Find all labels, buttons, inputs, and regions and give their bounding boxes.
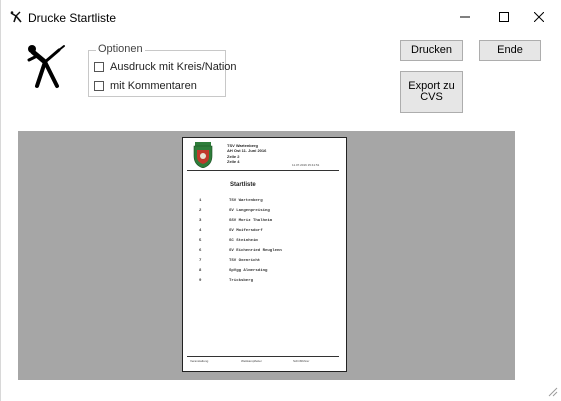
comments-checkbox-row[interactable]: mit Kommentaren xyxy=(94,80,197,92)
close-button[interactable] xyxy=(516,0,561,34)
preview-header-line: Zelle 4 xyxy=(227,159,240,164)
preview-header-rule xyxy=(187,170,339,171)
list-item: 6 SV Eichenried Reuglenn xyxy=(199,249,282,253)
comments-checkbox-label: mit Kommentaren xyxy=(110,80,197,92)
preview-footer-label: Schriftführer xyxy=(293,359,310,363)
list-item: 2 SV Langenpreising xyxy=(199,209,270,213)
minimize-icon xyxy=(460,16,470,18)
preview-date: 11.07.2016 15:41:51 xyxy=(292,163,320,167)
resize-grip-icon[interactable] xyxy=(546,385,558,397)
app-icon xyxy=(10,11,22,23)
list-item: 4 SV Moifersdorf xyxy=(199,229,263,233)
preview-header-line: AH Ost 11. Juni 2016 xyxy=(227,148,267,153)
maximize-icon xyxy=(499,12,509,22)
region-checkbox[interactable] xyxy=(94,62,104,72)
region-checkbox-row[interactable]: Ausdruck mit Kreis/Nation xyxy=(94,61,237,73)
list-item: 7 TSV Oxenricht xyxy=(199,259,261,263)
list-item: 9 Tricksberg xyxy=(199,279,254,283)
end-button[interactable]: Ende xyxy=(479,40,541,61)
list-item: 5 SC Steinheim xyxy=(199,239,258,243)
list-item: 3 SSV Moriz Thalheim xyxy=(199,219,273,223)
list-item: 8 SpVgg Almersding xyxy=(199,269,268,273)
print-startlist-window: Drucke Startliste Optionen Ausdruck mit … xyxy=(0,0,561,401)
preview-footer-rule xyxy=(187,356,339,357)
close-icon xyxy=(534,12,544,22)
stockschuetze-logo xyxy=(27,45,65,88)
preview-title: Startliste xyxy=(230,182,256,188)
options-legend: Optionen xyxy=(96,43,145,55)
title-bar[interactable]: Drucke Startliste xyxy=(1,0,561,34)
region-checkbox-label: Ausdruck mit Kreis/Nation xyxy=(110,61,237,73)
preview-page xyxy=(182,137,347,372)
preview-footer-label: Wettkampfleiter xyxy=(241,359,262,363)
export-button[interactable]: Export zu CVS xyxy=(400,71,463,113)
comments-checkbox[interactable] xyxy=(94,81,104,91)
print-button[interactable]: Drucken xyxy=(400,40,463,61)
preview-footer-label: Veranstaltung xyxy=(190,359,209,363)
window-title: Drucke Startliste xyxy=(28,11,117,25)
club-crest-icon xyxy=(193,142,213,168)
list-item: 1 TSV Wartenberg xyxy=(199,199,263,203)
